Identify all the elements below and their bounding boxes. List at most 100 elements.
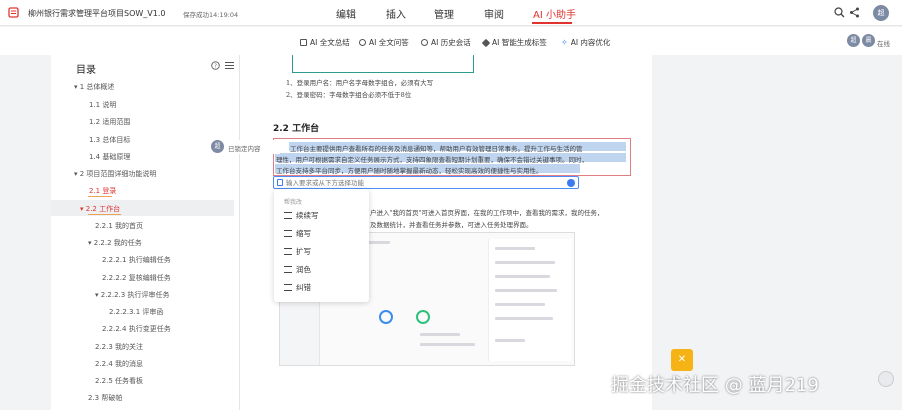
outline-item[interactable]: 2.2.2.1 执行编辑任务 bbox=[102, 255, 171, 265]
body-text-line: 及数据统计，并查看任务并参数，可进入任务处理界面。 bbox=[370, 221, 533, 229]
menu-item-label: 续续写 bbox=[296, 211, 319, 220]
ai-rewrite-menu: 帮我改 续续写 缩写 扩写 润色 纠错 bbox=[274, 189, 369, 302]
screenshot-bar bbox=[495, 303, 545, 306]
outline-item[interactable]: 2.2.1 我的首页 bbox=[95, 221, 143, 231]
help-icon[interactable]: ? bbox=[211, 61, 220, 72]
ai-prompt-input[interactable] bbox=[273, 176, 579, 189]
tab-insert[interactable]: 插入 bbox=[386, 6, 406, 21]
menu-item-expand[interactable]: 扩写 bbox=[284, 246, 311, 257]
document-page[interactable]: 1、登录用户名：用户名字母数字组合，必须有大写 2、登录密码：字母数字组合必须不… bbox=[240, 55, 652, 410]
send-icon[interactable] bbox=[567, 179, 575, 187]
help-bubble-icon[interactable] bbox=[878, 371, 894, 387]
locked-content-indicator[interactable]: 超 已锁定内容 bbox=[210, 140, 280, 154]
tag-icon bbox=[481, 38, 491, 47]
outline-item[interactable]: ▾ 1 总体概述 bbox=[74, 82, 114, 92]
online-avatar[interactable]: 晨 bbox=[862, 34, 875, 47]
section-heading: 2.2 工作台 bbox=[273, 124, 320, 134]
outline-item[interactable]: 2.1 登录 bbox=[89, 186, 116, 196]
online-avatar[interactable]: 超 bbox=[847, 34, 860, 47]
tab-edit[interactable]: 编辑 bbox=[336, 6, 356, 21]
screenshot-panel bbox=[488, 239, 572, 361]
menu-item-shorten[interactable]: 缩写 bbox=[284, 228, 311, 239]
ai-summary-button[interactable]: AI 全文总结 bbox=[300, 37, 350, 48]
outline-item[interactable]: ▾ 2.2.2.3 执行评审任务 bbox=[95, 290, 169, 300]
outline-item-label: 2.3 帮破帕 bbox=[88, 394, 123, 402]
screenshot-bar bbox=[495, 339, 525, 342]
tab-manage[interactable]: 管理 bbox=[434, 6, 454, 21]
outline-item[interactable]: 1.4 基础原理 bbox=[89, 152, 130, 162]
share-icon[interactable] bbox=[849, 7, 860, 20]
ai-qa-button[interactable]: AI 全文问答 bbox=[359, 37, 409, 48]
locked-content-label: 已锁定内容 bbox=[228, 145, 261, 153]
svg-text:?: ? bbox=[214, 64, 217, 70]
outline-item-label: 2.1 登录 bbox=[89, 187, 117, 195]
document-title[interactable]: 柳州银行需求管理平台项目SOW_V1.0 bbox=[28, 8, 165, 19]
floating-assistant-icon[interactable]: ✕ bbox=[671, 349, 693, 371]
search-icon[interactable] bbox=[834, 7, 845, 20]
shorten-icon bbox=[284, 230, 292, 237]
expand-icon bbox=[284, 248, 292, 255]
outline-item[interactable]: 2.2.4 我的消息 bbox=[95, 359, 143, 369]
progress-ring bbox=[379, 310, 393, 324]
outline-item[interactable]: 1.3 总体目标 bbox=[89, 135, 130, 145]
ai-toolbar: AI 全文总结 AI 全文问答 AI 历史会话 AI 智能生成标签 ✧ AI 内… bbox=[0, 27, 902, 55]
watermark: 掘金技术社区 @ 蓝月219 bbox=[611, 375, 819, 396]
menu-item-label: 润色 bbox=[296, 265, 311, 274]
outline-item[interactable]: 1.1 说明 bbox=[89, 100, 116, 110]
outline-item[interactable]: 2.2.2.3.1 评审函 bbox=[109, 307, 163, 317]
progress-ring bbox=[416, 310, 430, 324]
outline-item-label: 2.2.2.4 执行变更任务 bbox=[102, 325, 171, 333]
ai-history-label: AI 历史会话 bbox=[431, 38, 471, 47]
tab-ai-assistant[interactable]: AI 小助手 bbox=[533, 6, 576, 21]
ai-input-icon bbox=[277, 179, 283, 186]
outline-item[interactable]: ▾ 2.2.2 我的任务 bbox=[88, 238, 142, 248]
outline-item[interactable]: 2.2.2.4 执行变更任务 bbox=[102, 324, 171, 334]
outline-item[interactable]: 1.2 适用范围 bbox=[89, 117, 130, 127]
outline-item-label: 2 项目范围详细功能说明 bbox=[79, 170, 157, 178]
outline-title: 目录 bbox=[76, 65, 96, 76]
ai-qa-label: AI 全文问答 bbox=[369, 38, 409, 47]
ai-optimize-label: AI 内容优化 bbox=[570, 38, 611, 47]
lock-user-avatar: 超 bbox=[211, 140, 224, 153]
outline-item-label: 2.2.4 我的消息 bbox=[95, 360, 144, 368]
outline-item-label: 1 总体概述 bbox=[79, 83, 115, 91]
outline-item[interactable]: ▾ 2 项目范围详细功能说明 bbox=[74, 169, 156, 179]
menu-item-label: 扩写 bbox=[296, 247, 311, 256]
menu-item-correct[interactable]: 纠错 bbox=[284, 282, 311, 293]
sparkle-icon: ✧ bbox=[561, 38, 568, 47]
outline-item[interactable]: 2.2.2.2 复核编辑任务 bbox=[102, 273, 171, 283]
menu-item-label: 缩写 bbox=[296, 229, 311, 238]
ai-tag-label: AI 智能生成标签 bbox=[492, 38, 547, 47]
correct-icon bbox=[284, 284, 292, 291]
body-text-line: 户进入"我的首页"可进入首页界面，在我的工作项中，查看我的需求，我的任务， bbox=[370, 209, 604, 217]
user-avatar[interactable]: 超 bbox=[873, 5, 889, 21]
menu-item-continue[interactable]: 续续写 bbox=[284, 210, 319, 221]
active-tab-indicator bbox=[532, 22, 572, 24]
ai-summary-label: AI 全文总结 bbox=[310, 38, 350, 47]
menu-icon[interactable] bbox=[8, 7, 19, 20]
outline-item[interactable]: ▾ 2.2 工作台 bbox=[80, 204, 120, 214]
ai-prompt-field[interactable] bbox=[286, 178, 556, 188]
selected-paragraph-line: 工作台主要提供用户查看所有的任务及消息通知等，帮助用户有效管理日常事务。提升工作… bbox=[290, 145, 583, 153]
ai-optimize-button[interactable]: ✧ AI 内容优化 bbox=[561, 37, 610, 48]
screenshot-bar bbox=[495, 289, 557, 292]
screenshot-bar bbox=[420, 333, 460, 336]
outline-item-label: 1.4 基础原理 bbox=[89, 153, 131, 161]
outline-item[interactable]: 2.2.5 任务看板 bbox=[95, 376, 143, 386]
outline-sidebar: 目录 ? ▾ 1 总体概述 1.1 说明 1.2 适用范围 1.3 总体目标 1… bbox=[51, 55, 240, 410]
screenshot-bar bbox=[420, 343, 475, 346]
outline-item-label: 2.2.2.3 执行评审任务 bbox=[100, 291, 170, 299]
ai-tag-button[interactable]: AI 智能生成标签 bbox=[481, 37, 547, 48]
outline-item[interactable]: 2.2.3 我的关注 bbox=[95, 342, 143, 352]
clock-icon bbox=[421, 39, 428, 46]
active-outline-highlight bbox=[51, 200, 234, 216]
ai-history-button[interactable]: AI 历史会话 bbox=[421, 37, 471, 48]
tab-review[interactable]: 审阅 bbox=[484, 6, 504, 21]
outline-item[interactable]: 2.3 帮破帕 bbox=[88, 393, 122, 403]
outline-item-label: 2.2.2.3.1 评审函 bbox=[109, 308, 164, 316]
outline-item-label: 1.3 总体目标 bbox=[89, 136, 131, 144]
list-icon[interactable] bbox=[225, 61, 234, 72]
menu-item-polish[interactable]: 润色 bbox=[284, 264, 311, 275]
outline-item-label: 2.2.5 任务看板 bbox=[95, 377, 144, 385]
outline-item-label: 2.2 工作台 bbox=[85, 205, 121, 213]
